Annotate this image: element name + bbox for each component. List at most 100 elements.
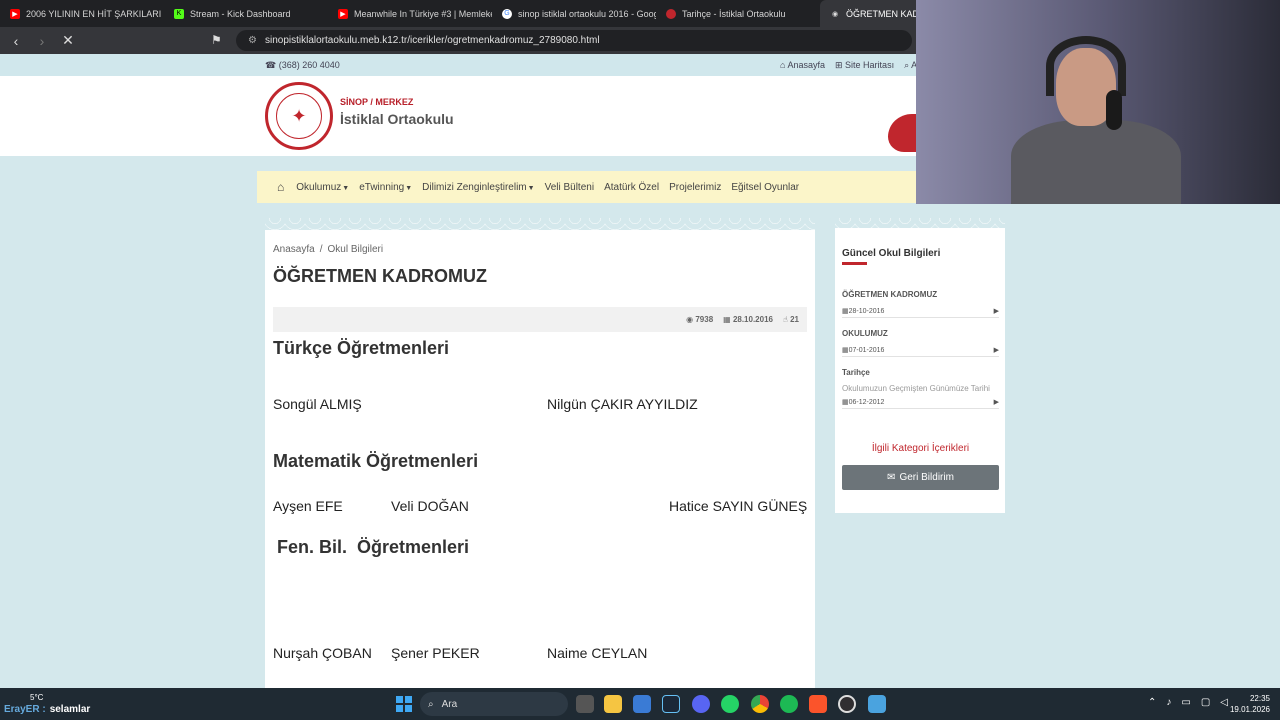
spotify-icon[interactable] xyxy=(780,695,798,713)
thumbs-up-icon: ☝ xyxy=(782,315,788,324)
bookmark-icon[interactable]: ⚑ xyxy=(211,33,222,47)
discord-icon[interactable] xyxy=(692,695,710,713)
sound-icon: ◉ xyxy=(831,10,839,18)
breadcrumb-home[interactable]: Anasayfa xyxy=(273,244,315,255)
teacher-name: Nurşah ÇOBAN xyxy=(273,645,372,661)
feedback-button[interactable]: ✉ Geri Bildirim xyxy=(842,465,999,490)
calendar-icon: ▦ xyxy=(723,315,731,324)
teacher-name: Nilgün ÇAKIR AYYILDIZ xyxy=(547,396,698,412)
arrow-right-icon: ▶ xyxy=(993,347,999,354)
panel-decoration xyxy=(835,218,1005,228)
title-underline xyxy=(842,262,867,265)
app-icon[interactable] xyxy=(868,695,886,713)
meb-logo[interactable]: ✦ xyxy=(265,82,333,150)
chat-icon: ✉ xyxy=(887,472,896,483)
arrow-right-icon: ▶ xyxy=(993,308,999,315)
menu-item-veli-bulteni[interactable]: Veli Bülteni xyxy=(545,182,594,193)
menu-home-icon[interactable]: ⌂ xyxy=(277,180,284,194)
teacher-name: Şener PEKER xyxy=(391,645,480,661)
google-icon: G xyxy=(502,8,512,19)
sitemap-icon: ⊞ xyxy=(834,60,843,70)
stop-loading-icon[interactable]: ✕ xyxy=(60,32,76,49)
browser-tab[interactable]: K Stream - Kick Dashboard xyxy=(164,0,328,27)
menu-item-projelerimiz[interactable]: Projelerimiz xyxy=(669,182,721,193)
teacher-name: Songül ALMIŞ xyxy=(273,396,362,412)
site-info-icon[interactable]: ⚙ xyxy=(248,35,257,46)
teacher-name: Ayşen EFE xyxy=(273,498,343,514)
steam-icon[interactable] xyxy=(662,695,680,713)
home-icon: ⌂ xyxy=(780,60,786,70)
system-tray: ⌃ ♪ ▭ ▢ ◁ xyxy=(1148,697,1228,708)
sidebar-title: Güncel Okul Bilgileri xyxy=(842,248,941,259)
teacher-name: Veli DOĞAN xyxy=(391,498,469,514)
store-icon[interactable] xyxy=(633,695,651,713)
microphone xyxy=(1106,90,1122,130)
windows-taskbar: 5°C ErayER : selamlar ⌕ Ara ⌃ ♪ ▭ ▢ ◁ 22:… xyxy=(0,688,1280,720)
breadcrumb-okul-bilgileri[interactable]: Okul Bilgileri xyxy=(327,244,383,255)
like-button[interactable]: ☝ 21 xyxy=(783,315,799,324)
phone-icon: ☎ xyxy=(265,60,277,70)
views-count: ◉ 7938 xyxy=(686,315,714,324)
network-icon[interactable]: ▢ xyxy=(1201,697,1210,708)
chrome-icon[interactable] xyxy=(751,695,769,713)
calendar-icon: ▦ xyxy=(842,308,849,315)
section-title-matematik: Matematik Öğretmenleri xyxy=(273,451,479,471)
chevron-up-icon[interactable]: ⌃ xyxy=(1148,697,1156,708)
browser-tab[interactable]: ▶ 2006 YILININ EN HİT ŞARKILARI - Yo xyxy=(0,0,164,27)
whatsapp-icon[interactable] xyxy=(721,695,739,713)
microphone-icon[interactable]: ♪ xyxy=(1166,697,1171,708)
panel-decoration xyxy=(265,218,815,230)
caret-down-icon: ▼ xyxy=(342,184,350,192)
breadcrumb-separator: / xyxy=(319,244,323,255)
taskbar-search[interactable]: ⌕ Ara xyxy=(420,692,568,716)
weather-widget[interactable]: 5°C xyxy=(30,693,43,702)
sidebar-item[interactable]: Tarihçe Okulumuzun Geçmişten Günümüze Ta… xyxy=(842,368,999,409)
menu-item-etwinning[interactable]: eTwinning▼ xyxy=(359,182,412,193)
obs-icon[interactable] xyxy=(838,695,856,713)
article-panel: Anasayfa / Okul Bilgileri ÖĞRETMEN KADRO… xyxy=(265,218,815,688)
section-title-turkce: Türkçe Öğretmenleri xyxy=(273,338,450,358)
menu-item-egitsel-oyunlar[interactable]: Eğitsel Oyunlar xyxy=(731,182,799,193)
calendar-icon: ▦ xyxy=(842,399,849,406)
phone-info: ☎ (368) 260 4040 xyxy=(265,60,340,70)
youtube-icon: ▶ xyxy=(338,8,348,19)
windows-start-icon[interactable] xyxy=(396,696,412,712)
url-text: sinopistiklalortaokulu.meb.k12.tr/icerik… xyxy=(264,35,600,46)
teacher-name: Naime CEYLAN xyxy=(547,645,648,661)
section-title-fen: Fen. Bil. Öğretmenleri xyxy=(277,537,470,557)
address-bar[interactable]: ⚙ sinopistiklalortaokulu.meb.k12.tr/icer… xyxy=(236,30,912,51)
main-menu: ⌂ Okulumuz▼ eTwinning▼ Dilimizi Zenginle… xyxy=(257,171,937,203)
sitemap-link[interactable]: ⊞ Site Haritası xyxy=(835,60,894,71)
browser-tab[interactable]: Gsinop istiklal ortaokulu 2016 - Googl xyxy=(492,0,656,27)
school-icon xyxy=(666,8,676,19)
browser-tab[interactable]: Tarihçe - İstiklal Ortaokulu xyxy=(656,0,820,27)
search-icon: ⌕ xyxy=(428,698,434,710)
home-link[interactable]: ⌂ Anasayfa xyxy=(780,60,825,71)
sidebar-item[interactable]: ÖĞRETMEN KADROMUZ ▦28-10-2016 ▶ xyxy=(842,290,999,318)
brave-icon[interactable] xyxy=(809,695,827,713)
teacher-name: Hatice SAYIN GÜNEŞ xyxy=(669,498,808,514)
back-icon[interactable]: ‹ xyxy=(8,33,24,49)
clock[interactable]: 22:35 19.01.2026 xyxy=(1226,693,1270,715)
forward-icon[interactable]: › xyxy=(34,33,50,49)
youtube-icon: ▶ xyxy=(10,8,20,19)
browser-tab[interactable]: ▶ Meanwhile In Türkiye #3 | Memleket xyxy=(328,0,492,27)
related-content-link[interactable]: İlgili Kategori İçerikleri xyxy=(842,443,999,454)
webcam-overlay xyxy=(916,0,1280,204)
file-explorer-icon[interactable] xyxy=(604,695,622,713)
chat-overlay: ErayER : selamlar xyxy=(4,704,91,715)
battery-icon[interactable]: ▭ xyxy=(1181,697,1190,708)
task-view-icon[interactable] xyxy=(576,695,594,713)
city-label: SİNOP / MERKEZ xyxy=(340,97,414,107)
search-icon: ⌕ xyxy=(904,60,910,70)
arrow-right-icon: ▶ xyxy=(993,399,999,406)
menu-item-okulumuz[interactable]: Okulumuz▼ xyxy=(296,182,349,193)
calendar-icon: ▦ xyxy=(842,347,849,354)
sidebar-item[interactable]: OKULUMUZ ▦07-01-2016 ▶ xyxy=(842,329,999,357)
caret-down-icon: ▼ xyxy=(527,184,535,192)
menu-item-ataturk-ozel[interactable]: Atatürk Özel xyxy=(604,182,659,193)
menu-item-dilimizi[interactable]: Dilimizi Zenginleştirelim▼ xyxy=(422,182,534,193)
school-name[interactable]: İstiklal Ortaokulu xyxy=(340,111,454,127)
sidebar-panel: Güncel Okul Bilgileri ÖĞRETMEN KADROMUZ … xyxy=(835,218,1005,513)
breadcrumb: Anasayfa / Okul Bilgileri xyxy=(273,244,383,255)
